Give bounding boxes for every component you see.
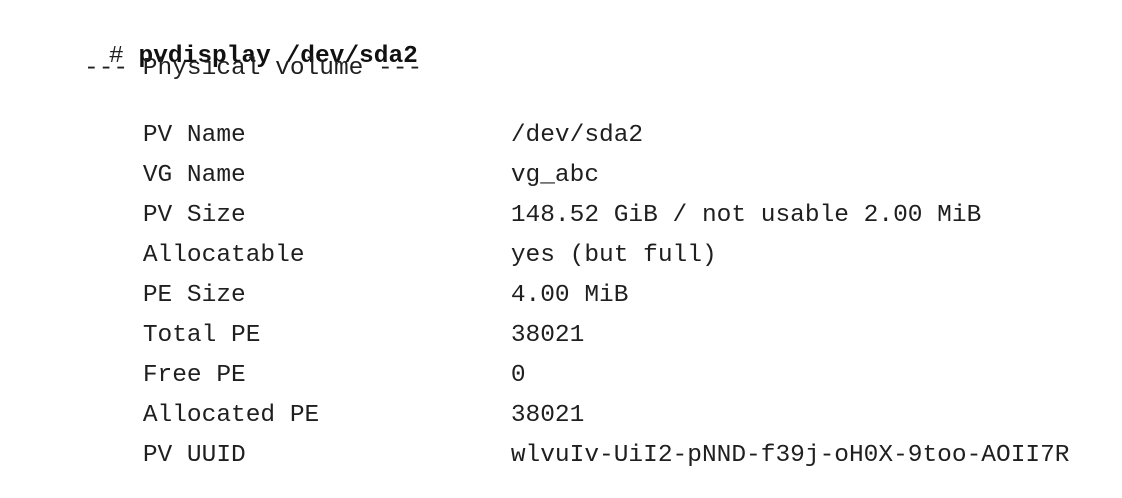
field-label: PV UUID (142, 442, 246, 469)
field-value: wlvuIv-UiI2-pNND-f39j-oH0X-9too-AOII7R (510, 442, 1070, 469)
section-header: --- Physical volume --- (84, 55, 423, 82)
field-row-pv-uuid: PV UUID wlvuIv-UiI2-pNND-f39j-oH0X-9too-A… (84, 414, 1070, 498)
terminal-output: # pvdisplay /dev/sda2 --- Physical volume… (0, 0, 1122, 469)
